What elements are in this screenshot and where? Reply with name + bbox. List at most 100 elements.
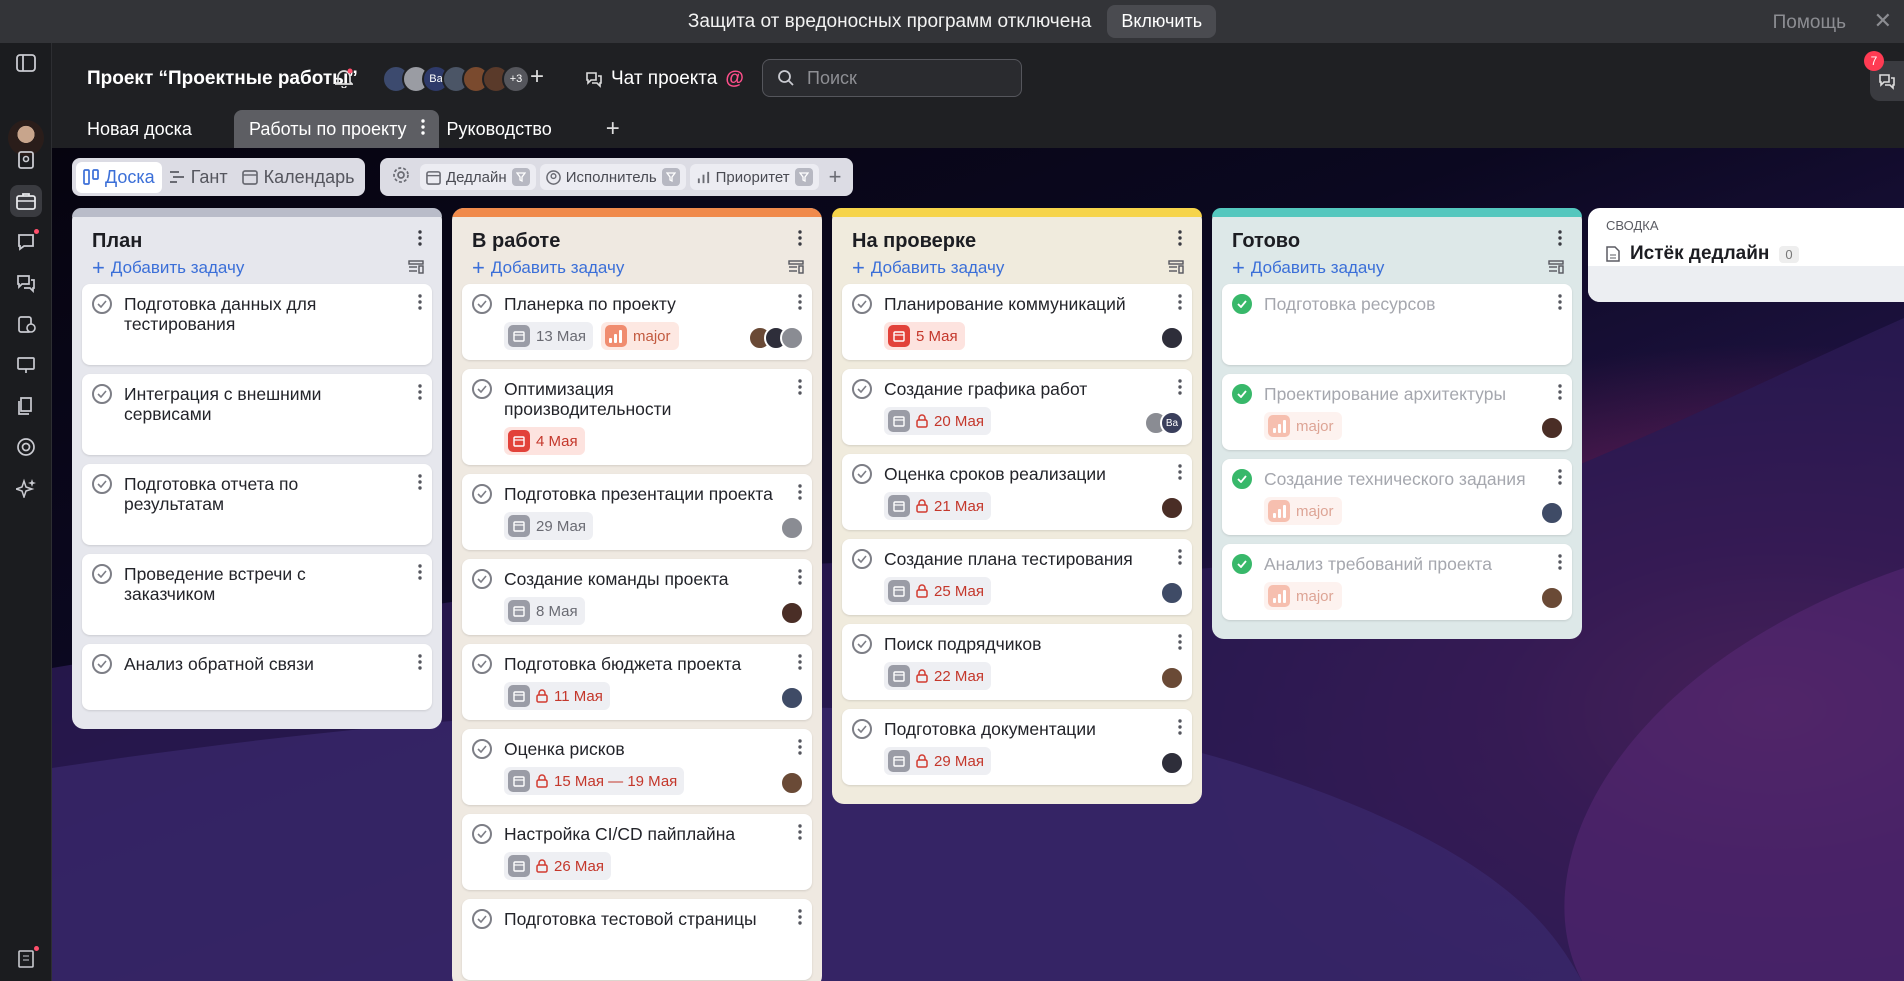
due-date-badge[interactable]: 20 Мая <box>884 407 991 435</box>
settings-icon[interactable] <box>386 166 416 189</box>
filter-priority[interactable]: Приоритет <box>689 164 819 190</box>
priority-badge[interactable]: major <box>1264 497 1342 525</box>
assignees[interactable] <box>1160 326 1184 350</box>
more-members-badge[interactable]: +3 <box>502 65 530 93</box>
completed-check-icon[interactable] <box>1232 469 1252 489</box>
task-card[interactable]: Поиск подрядчиков 22 Мая <box>842 624 1192 700</box>
column-view-icon[interactable] <box>788 260 804 279</box>
assignees[interactable]: Ва <box>1144 411 1184 435</box>
kebab-icon[interactable] <box>1178 230 1182 251</box>
kebab-icon[interactable] <box>1178 294 1182 315</box>
sidebar-toggle-icon[interactable] <box>10 47 42 79</box>
add-member-button[interactable]: + <box>530 63 544 91</box>
complete-task-checkbox[interactable] <box>92 474 112 494</box>
task-card[interactable]: Создание плана тестирования 25 Мая <box>842 539 1192 615</box>
kebab-icon[interactable] <box>798 739 802 760</box>
task-card[interactable]: Интеграция с внешними сервисами <box>82 374 432 455</box>
tasks-icon[interactable] <box>10 308 42 340</box>
column-view-icon[interactable] <box>408 260 424 279</box>
task-card[interactable]: Создание технического задания major <box>1222 459 1572 535</box>
kebab-icon[interactable] <box>418 564 422 585</box>
task-card[interactable]: Проведение встречи с заказчиком <box>82 554 432 635</box>
kebab-icon[interactable] <box>418 230 422 251</box>
add-task-button[interactable]: + Добавить задачу <box>1232 257 1384 279</box>
kebab-icon[interactable] <box>798 654 802 675</box>
kebab-icon[interactable] <box>1178 719 1182 740</box>
assignees[interactable] <box>780 686 804 710</box>
view-calendar-button[interactable]: Календарь <box>235 162 362 193</box>
due-date-badge[interactable]: 11 Мая <box>504 682 610 710</box>
add-filter-button[interactable]: + <box>823 164 848 190</box>
due-date-badge[interactable]: 13 Мая <box>504 322 593 350</box>
kebab-icon[interactable] <box>1558 469 1562 490</box>
assignees[interactable] <box>1540 416 1564 440</box>
complete-task-checkbox[interactable] <box>852 294 872 314</box>
help-link[interactable]: Помощь <box>1773 12 1846 34</box>
assignees[interactable] <box>1160 581 1184 605</box>
complete-task-checkbox[interactable] <box>472 824 492 844</box>
due-date-badge[interactable]: 8 Мая <box>504 597 585 625</box>
due-date-badge[interactable]: 25 Мая <box>884 577 991 605</box>
kebab-icon[interactable] <box>798 230 802 251</box>
assignees[interactable] <box>780 516 804 540</box>
bell-icon[interactable] <box>333 68 355 93</box>
kebab-icon[interactable] <box>1178 549 1182 570</box>
task-card[interactable]: Подготовка ресурсов <box>1222 284 1572 365</box>
kebab-icon[interactable] <box>1558 230 1562 251</box>
kebab-icon[interactable] <box>798 294 802 315</box>
task-card[interactable]: Планерка по проекту 13 Мая major <box>462 284 812 360</box>
complete-task-checkbox[interactable] <box>472 484 492 504</box>
kebab-icon[interactable] <box>798 484 802 505</box>
tab-new-board[interactable]: Новая доска <box>87 110 206 148</box>
complete-task-checkbox[interactable] <box>472 739 492 759</box>
assignees[interactable] <box>780 771 804 795</box>
task-card[interactable]: Создание графика работ 20 Мая Ва <box>842 369 1192 445</box>
kebab-icon[interactable] <box>798 909 802 930</box>
messages-icon[interactable] <box>10 226 42 258</box>
documents-icon[interactable] <box>10 390 42 422</box>
completed-check-icon[interactable] <box>1232 294 1252 314</box>
complete-task-checkbox[interactable] <box>852 719 872 739</box>
priority-badge[interactable]: major <box>1264 412 1342 440</box>
assignees[interactable] <box>748 326 804 350</box>
enable-button[interactable]: Включить <box>1107 5 1217 38</box>
kebab-icon[interactable] <box>1178 379 1182 400</box>
task-card[interactable]: Проектирование архитектуры major <box>1222 374 1572 450</box>
assignees[interactable] <box>780 601 804 625</box>
complete-task-checkbox[interactable] <box>472 654 492 674</box>
close-icon[interactable]: ✕ <box>1874 8 1892 34</box>
assignees[interactable] <box>1540 586 1564 610</box>
due-date-badge[interactable]: 4 Мая <box>504 427 585 455</box>
kebab-icon[interactable] <box>1178 464 1182 485</box>
project-chat-button[interactable]: Чат проекта @ <box>585 68 744 90</box>
complete-task-checkbox[interactable] <box>852 464 872 484</box>
due-date-badge[interactable]: 29 Мая <box>884 747 991 775</box>
task-card[interactable]: Оценка сроков реализации 21 Мая <box>842 454 1192 530</box>
task-card[interactable]: Подготовка бюджета проекта 11 Мая <box>462 644 812 720</box>
chats-panel-button[interactable]: 7 <box>1864 51 1904 101</box>
completed-check-icon[interactable] <box>1232 384 1252 404</box>
presentation-icon[interactable] <box>10 349 42 381</box>
task-card[interactable]: Подготовка отчета по результатам <box>82 464 432 545</box>
column-view-icon[interactable] <box>1168 260 1184 279</box>
assignees[interactable] <box>1160 751 1184 775</box>
kebab-icon[interactable] <box>1558 554 1562 575</box>
complete-task-checkbox[interactable] <box>472 379 492 399</box>
search-input[interactable] <box>807 67 997 89</box>
due-date-badge[interactable]: 26 Мая <box>504 852 611 880</box>
complete-task-checkbox[interactable] <box>472 569 492 589</box>
due-date-badge[interactable]: 22 Мая <box>884 662 991 690</box>
contacts-icon[interactable] <box>10 144 42 176</box>
task-card[interactable]: Настройка CI/CD пайплайна 26 Мая <box>462 814 812 890</box>
task-card[interactable]: Создание команды проекта 8 Мая <box>462 559 812 635</box>
filter-deadline[interactable]: Дедлайн <box>420 164 536 190</box>
column-view-icon[interactable] <box>1548 260 1564 279</box>
completed-check-icon[interactable] <box>1232 554 1252 574</box>
due-date-badge[interactable]: 15 Мая — 19 Мая <box>504 767 685 795</box>
complete-task-checkbox[interactable] <box>92 654 112 674</box>
assignees[interactable] <box>1160 666 1184 690</box>
kebab-icon[interactable] <box>798 569 802 590</box>
add-task-button[interactable]: + Добавить задачу <box>852 257 1004 279</box>
add-task-button[interactable]: + Добавить задачу <box>92 257 244 279</box>
support-icon[interactable] <box>10 431 42 463</box>
